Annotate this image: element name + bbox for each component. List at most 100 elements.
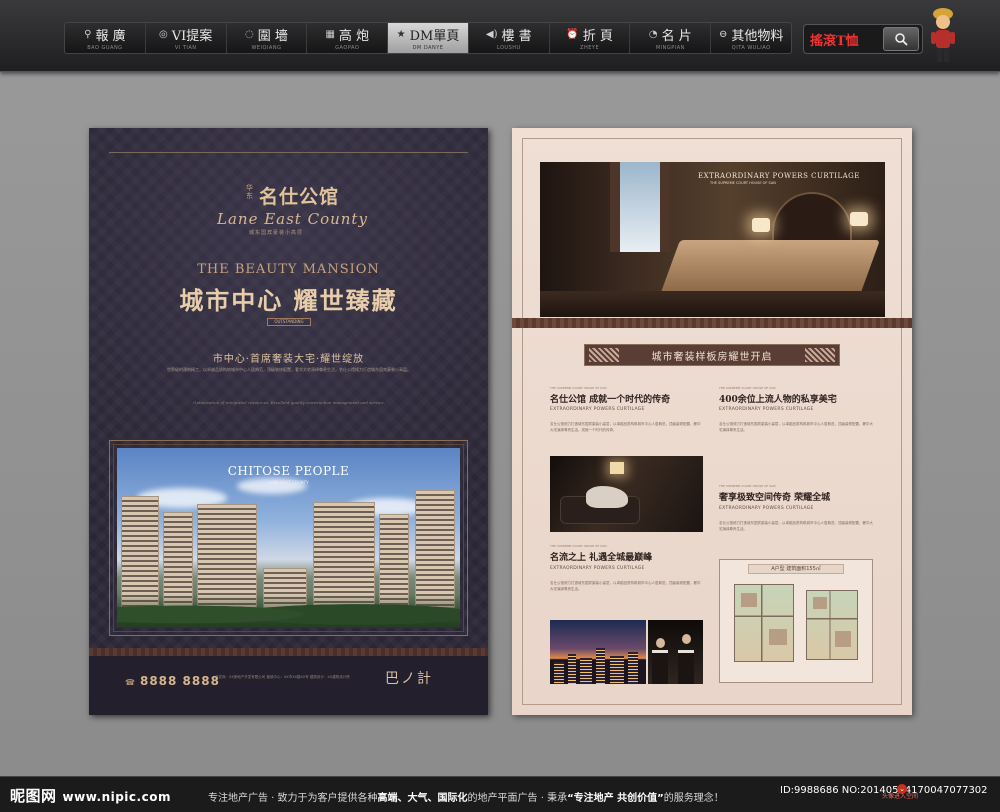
slogan: 专注地产广告 · 致力于为客户提供各种高端、大气、国际化的地产平面广告 · 秉承… (208, 789, 724, 804)
hotline-number: 8888 8888 (125, 674, 220, 688)
photo-title: CHITOSE PEOPLE (227, 464, 350, 478)
front-italic-text: Optimization of integrated resources. Ex… (193, 400, 385, 405)
section-tiny: THE SUPREME COURT HOUSE OF SAN (550, 544, 607, 548)
section-ribbon: 城市奢装样板房耀世开启 (584, 344, 840, 366)
nav-sublabel: LOUSHU (496, 45, 521, 51)
section-tiny: THE SUPREME COURT HOUSE OF SAN (550, 386, 607, 390)
nav-label: VI提案 (171, 29, 213, 44)
search-button[interactable] (883, 27, 919, 51)
mascot-icon (931, 8, 955, 62)
minus-circle-icon: ⊖ (718, 29, 728, 40)
site-logo[interactable]: 昵图网 www.nipic.com (10, 785, 171, 806)
nav-sublabel: VI TIAN (174, 45, 197, 51)
site-logo-text: 昵图网 (10, 787, 57, 805)
clock-icon: ⏰ (566, 29, 579, 40)
target-icon: ◎ (159, 29, 168, 40)
nav-item-gaopao[interactable]: ▦ 高 炮 GAOPAO (307, 23, 389, 53)
section-body: 名仕公馆倾力打造城东国宾豪装小高层，以卓越品质构筑城市中心人居典范，顶级装修配置… (550, 581, 701, 591)
search-box[interactable]: 搖滾T恤 (803, 24, 923, 54)
star-icon: ★ (396, 29, 406, 40)
slogan-highlight: 高端、大气、国际化 (377, 793, 468, 804)
nav-item-weiqiang[interactable]: ◌ 圍 墻 WEIQIANG (227, 23, 308, 53)
speaker-icon: ◀) (485, 29, 498, 40)
nav-sublabel: ZHEYE (580, 45, 600, 51)
gentlemen-photo (648, 620, 703, 684)
city-night-photo (550, 620, 646, 684)
section-body: 名仕公馆倾力打造城东国宾豪装小高层，以卓越品质构筑城市中心人居典范，顶级装修配置… (550, 422, 701, 432)
circle-icon: ◌ (245, 29, 254, 40)
nav-item-vi[interactable]: ◎ VI提案 VI TIAN (146, 23, 227, 53)
brand-prefix: 华东 (246, 184, 253, 200)
nav-sublabel: MINGPIAN (655, 45, 685, 51)
nav-item-qita[interactable]: ⊖ 其他物料 QITA WULIAO (711, 23, 791, 53)
nav-item-dm[interactable]: ★ DM單頁 DM DANYE (388, 23, 469, 53)
slogan-prefix: 专注地产广告 · 致力于为客户提供各种 (208, 793, 378, 804)
search-keyword[interactable]: 搖滾T恤 (810, 30, 883, 49)
headline-chinese: 城市中心 耀世臻藏 (179, 286, 398, 315)
nav-sublabel: BAO GUANG (87, 45, 123, 51)
section-title: 名流之上 礼遇全城最巅峰 (550, 553, 653, 563)
main-nav: ⚲ 報 廣 BAO GUANG ◎ VI提案 VI TIAN ◌ 圍 墻 WEIQIA… (64, 22, 792, 54)
building-photo: CHITOSE PEOPLE LANE EAST COUNTY (117, 448, 460, 628)
watermark-bar: 昵图网 www.nipic.com 专注地产广告 · 致力于为客户提供各种高端、大… (0, 776, 1000, 812)
section-body: 名仕公馆倾力打造城东国宾豪装小高层，以卓越品质构筑城市中心人居典范，顶级装修配置… (719, 422, 873, 432)
floor-plan-b (806, 590, 858, 660)
bedroom-caption: EXTRAORDINARY POWERS CURTILAGE (698, 172, 860, 180)
bedroom-photo: EXTRAORDINARY POWERS CURTILAGE THE SUPRE… (540, 162, 885, 317)
brand-name: 名仕公馆 (259, 186, 340, 208)
ornament-line (109, 152, 468, 153)
building-photo-frame: CHITOSE PEOPLE LANE EAST COUNTY (109, 440, 468, 636)
nav-sublabel: DM DANYE (412, 45, 444, 51)
section-subtitle: EXTRAORDINARY POWERS CURTILAGE (719, 506, 814, 511)
enter-space-link[interactable]: 头像进入空间 (880, 790, 920, 804)
footer-info: 开发商：XX房地产开发有限公司 营销中心：XX市XX路XX号 建筑设计：XX建筑… (215, 675, 350, 679)
section-title: 奢享极致空间传奇 荣耀全城 (719, 493, 831, 503)
decorative-band (512, 318, 912, 328)
brand-english: Lane East County (217, 210, 368, 228)
decorative-band (89, 648, 488, 656)
nav-label: DM單頁 (409, 29, 460, 44)
nav-label: 圍 墻 (257, 29, 288, 44)
front-paragraph: 世界级的建筑精工，以卓越品质构筑城市中心人居典范，顶级装修配置，奢华大宅演绎尊贵… (167, 367, 411, 372)
floor-plan-a (734, 584, 794, 662)
top-header: ⚲ 報 廣 BAO GUANG ◎ VI提案 VI TIAN ◌ 圍 墻 WEIQIA… (0, 0, 1000, 72)
lounge-photo (550, 456, 703, 532)
nav-label: 名 片 (661, 29, 692, 44)
nav-item-zheye[interactable]: ⏰ 折 頁 ZHEYE (550, 23, 631, 53)
nav-label: 報 廣 (95, 29, 126, 44)
section-title: 名仕公馆 成就一个时代的传奇 (550, 395, 671, 405)
section-subtitle: EXTRAORDINARY POWERS CURTILAGE (719, 407, 814, 412)
nav-item-baoguang[interactable]: ⚲ 報 廣 BAO GUANG (65, 23, 146, 53)
front-subtitle: 市中心·首席奢装大宅·耀世绽放 (212, 354, 365, 365)
nav-sublabel: WEIQIANG (251, 45, 282, 51)
nav-label: 其他物料 (731, 29, 784, 44)
photo-subtitle: LANE EAST COUNTY (268, 480, 309, 485)
section-body: 名仕公馆倾力打造城东国宾豪装小高层，以卓越品质构筑城市中心人居典范，顶级装修配置… (719, 521, 873, 531)
pin-icon: ⚲ (84, 29, 92, 40)
developer-logo: 巴ノ計 (385, 671, 433, 687)
nav-label: 高 炮 (338, 29, 370, 44)
floor-plan-panel: A户型 建筑面积155㎡ (719, 559, 873, 683)
brand-tagline: 城东国宾豪装小高层 (249, 230, 304, 236)
nav-label: 折 頁 (582, 29, 613, 44)
section-title: 400余位上流人物的私享美宅 (719, 395, 837, 405)
magnifier-icon (895, 33, 908, 46)
site-url[interactable]: www.nipic.com (63, 790, 171, 804)
floor-plan-label: A户型 建筑面积155㎡ (748, 564, 844, 574)
brochure-front-page: 华东 名仕公馆 Lane East County 城东国宾豪装小高层 THE B… (89, 128, 488, 715)
mini-badge: OUTSTANDING (267, 318, 311, 326)
headline-english: THE BEAUTY MANSION (197, 262, 380, 277)
section-subtitle: EXTRAORDINARY POWERS CURTILAGE (550, 407, 645, 412)
section-subtitle: EXTRAORDINARY POWERS CURTILAGE (550, 566, 645, 571)
slogan-suffix: 的服务理念！ (663, 793, 724, 804)
section-tiny: THE SUPREME COURT HOUSE OF SAN (719, 484, 776, 488)
section-tiny: THE SUPREME COURT HOUSE OF SAN (719, 386, 776, 390)
grid-icon: ▦ (325, 29, 335, 40)
brochure-back-page: EXTRAORDINARY POWERS CURTILAGE THE SUPRE… (512, 128, 912, 715)
nav-label: 樓 書 (501, 29, 532, 44)
nav-item-loushu[interactable]: ◀) 樓 書 LOUSHU (469, 23, 550, 53)
pie-icon: ◔ (648, 29, 658, 40)
bedroom-caption-sub: THE SUPREME COURT HOUSE OF SAN (710, 181, 776, 185)
nav-sublabel: GAOPAO (335, 45, 360, 51)
nav-item-mingpian[interactable]: ◔ 名 片 MINGPIAN (630, 23, 712, 53)
